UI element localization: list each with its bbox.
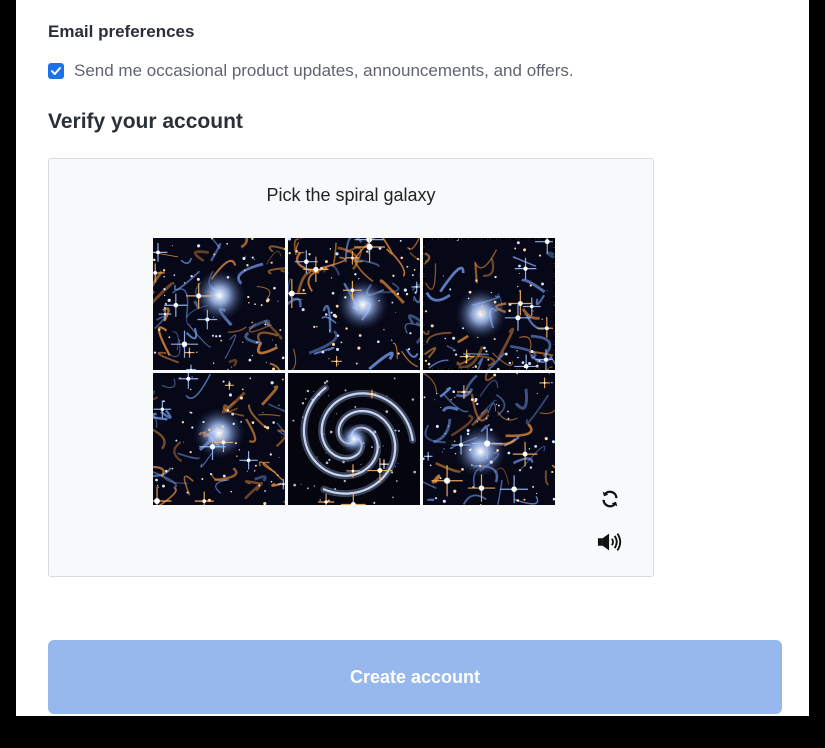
opt-in-label: Send me occasional product updates, anno… <box>74 61 574 80</box>
captcha-tile-5[interactable] <box>288 373 420 505</box>
opt-in-checkbox[interactable] <box>48 63 64 79</box>
captcha-panel: Pick the spiral galaxy <box>48 158 654 577</box>
captcha-tile-2[interactable] <box>288 238 420 370</box>
create-account-button[interactable]: Create account <box>48 640 782 714</box>
opt-in-row[interactable]: Send me occasional product updates, anno… <box>48 60 574 82</box>
starfield-image <box>288 238 420 370</box>
audio-icon <box>597 533 622 551</box>
captcha-grid <box>153 238 555 506</box>
captcha-tile-6[interactable] <box>423 373 555 505</box>
starfield-image <box>423 238 555 370</box>
refresh-icon <box>602 490 618 508</box>
checkmark-icon <box>51 67 61 75</box>
spiral-galaxy-image <box>288 373 420 505</box>
starfield-image <box>153 238 285 370</box>
signup-form: Email preferences Send me occasional pro… <box>16 0 809 716</box>
verify-heading: Verify your account <box>48 110 243 133</box>
captcha-prompt: Pick the spiral galaxy <box>266 185 436 205</box>
email-preferences-label: Email preferences <box>48 22 195 41</box>
starfield-image <box>153 373 285 505</box>
starfield-image <box>423 373 555 505</box>
audio-button[interactable] <box>597 529 623 555</box>
refresh-button[interactable] <box>597 486 623 512</box>
captcha-tile-4[interactable] <box>153 373 285 505</box>
captcha-tile-3[interactable] <box>423 238 555 370</box>
captcha-tile-1[interactable] <box>153 238 285 370</box>
